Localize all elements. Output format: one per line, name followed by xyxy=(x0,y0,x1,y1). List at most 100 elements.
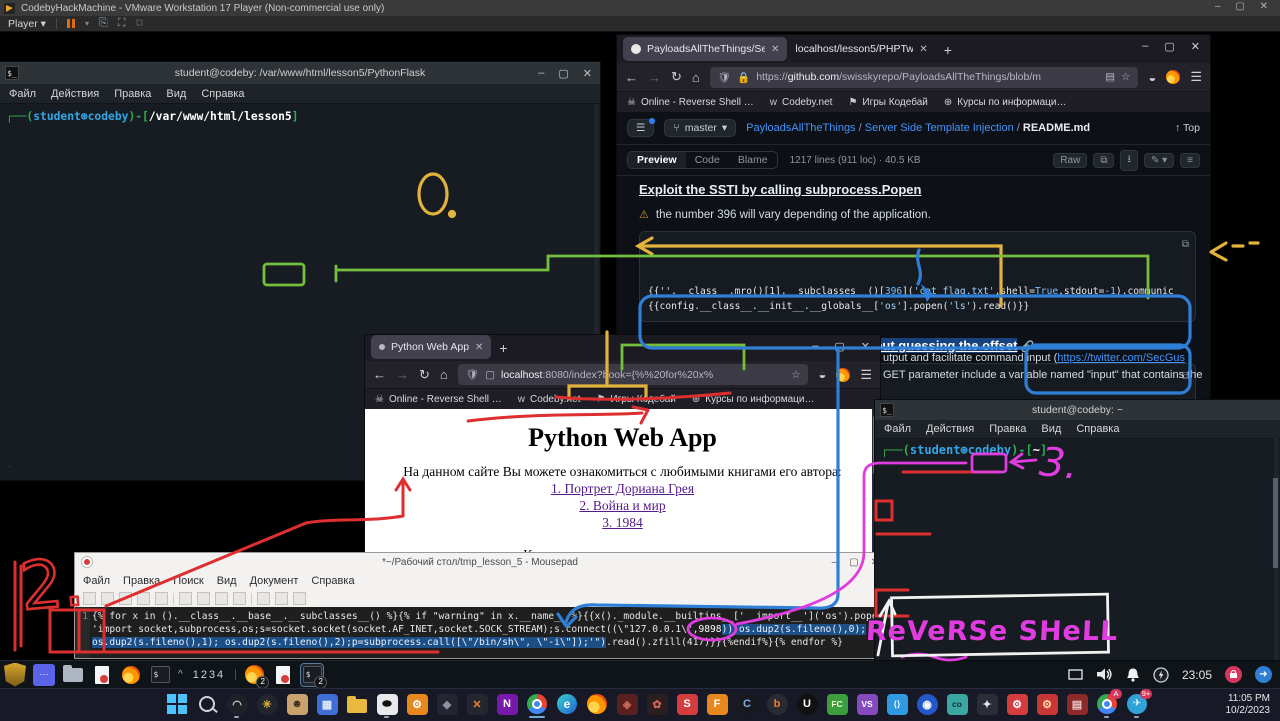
firefox-account-icon[interactable] xyxy=(836,368,850,382)
new-tab-button[interactable]: + xyxy=(499,340,507,356)
url-bar[interactable]: 🛡🔒 https://github.com/swisskyrepo/Payloa… xyxy=(710,67,1139,88)
menu-item-Справка[interactable]: Справка xyxy=(201,88,244,100)
minimize-button[interactable]: – xyxy=(832,557,838,568)
menu-icon[interactable]: ☰ xyxy=(860,367,872,383)
bookmark-item[interactable]: ⚑Игры Кодебай xyxy=(848,97,927,108)
terminal-menubar[interactable]: ФайлДействияПравкаВидСправка xyxy=(0,84,600,104)
firefox-icon[interactable] xyxy=(584,691,610,717)
chrome-icon[interactable] xyxy=(524,691,550,717)
toolbox-icon[interactable]: ▤ xyxy=(1064,691,1090,717)
menu-item-Правка[interactable]: Правка xyxy=(123,575,160,587)
suspend-dropdown[interactable]: ▾ xyxy=(85,19,89,28)
tab-code[interactable]: Code xyxy=(686,152,729,168)
red-gear-icon[interactable]: ⚙ xyxy=(1004,691,1030,717)
maximize-button[interactable]: ▢ xyxy=(849,557,858,568)
berry-app-icon[interactable]: ✿ xyxy=(644,691,670,717)
menu-item-Вид[interactable]: Вид xyxy=(1041,423,1061,435)
mousepad-menubar[interactable]: ФайлПравкаПоискВидДокументСправка xyxy=(75,572,885,590)
view-switcher[interactable]: Preview Code Blame xyxy=(627,151,778,169)
start-button[interactable] xyxy=(164,691,190,717)
telegram-icon[interactable]: ✈9+ xyxy=(1124,691,1150,717)
terminal-titlebar[interactable]: $_ student@codeby: ~ xyxy=(875,400,1280,420)
tab-github[interactable]: PayloadsAllTheThings/Se✕ xyxy=(623,37,787,61)
unreal-icon[interactable]: U xyxy=(794,691,820,717)
updates-icon[interactable]: ➜ xyxy=(1255,666,1272,683)
mousepad-editor[interactable]: 1 {% for x in ().__class__.__base__.__su… xyxy=(75,607,885,658)
vscode-icon[interactable]: ⟨⟩ xyxy=(884,691,910,717)
bird-app-icon[interactable]: ✦ xyxy=(974,691,1000,717)
menu-icon[interactable]: ☰ xyxy=(1190,69,1202,85)
shield-icon[interactable]: 🛡 xyxy=(718,71,731,84)
menu-item-Вид[interactable]: Вид xyxy=(166,88,186,100)
bookmark-item[interactable]: ⚑Игры Кодебай xyxy=(596,394,675,405)
mousepad-titlebar[interactable]: *~/Рабочий стол/tmp_lesson_5 - Mousepad … xyxy=(75,553,885,572)
back-button[interactable]: ← xyxy=(625,70,638,85)
taskbar-terminal-window[interactable]: $2 xyxy=(301,664,323,686)
shield-icon[interactable]: 🛡 xyxy=(466,368,479,381)
edit-button[interactable]: ✎ ▾ xyxy=(1144,153,1174,168)
firefox-account-icon[interactable] xyxy=(1166,70,1180,84)
bookmark-item[interactable]: ⊕Курсы по информаци… xyxy=(692,394,815,405)
terminal-menubar[interactable]: ФайлДействияПравкаВидСправка xyxy=(875,420,1280,439)
tab-close-icon[interactable]: ✕ xyxy=(771,44,779,55)
onenote-icon[interactable]: N xyxy=(494,691,520,717)
reader-mode-icon[interactable]: ▤ xyxy=(1105,71,1115,83)
menu-item-Документ[interactable]: Документ xyxy=(250,575,299,587)
top-button[interactable]: ↑ Top xyxy=(1175,122,1200,134)
portrait-icon[interactable]: ☻ xyxy=(284,691,310,717)
forward-button[interactable]: → xyxy=(648,70,661,85)
tab-close-icon[interactable]: ✕ xyxy=(475,342,483,353)
menu-item-Правка[interactable]: Правка xyxy=(114,88,151,100)
mousepad-launcher-icon[interactable] xyxy=(91,664,113,686)
copy-button[interactable]: ⧉ xyxy=(1093,153,1114,168)
windows-clock[interactable]: 11:05 PM 10/2/2023 xyxy=(1226,693,1271,717)
notification-bell-icon[interactable] xyxy=(1126,667,1140,682)
menu-item-Поиск[interactable]: Поиск xyxy=(173,575,203,587)
search-button[interactable] xyxy=(194,691,220,717)
bookmark-star-icon[interactable]: ☆ xyxy=(1121,71,1130,83)
menu-item-Файл[interactable]: Файл xyxy=(884,423,911,435)
reload-button[interactable]: ↻ xyxy=(419,367,430,383)
calendar-icon[interactable]: ▦ xyxy=(314,691,340,717)
screen-lock-icon[interactable] xyxy=(1225,666,1242,683)
pocket-icon[interactable]: ◒ xyxy=(818,367,826,382)
blender-icon[interactable]: b xyxy=(764,691,790,717)
bookmark-item[interactable]: ☠Online - Reverse Shell … xyxy=(627,97,754,108)
chrome-profile-icon[interactable]: A xyxy=(1094,691,1120,717)
pin-app-icon[interactable]: ◉ xyxy=(914,691,940,717)
bookmark-item[interactable]: wCodeby.net xyxy=(518,394,581,405)
tab-blame[interactable]: Blame xyxy=(729,152,777,168)
download-button[interactable]: ⭳ xyxy=(1120,150,1138,171)
pocket-icon[interactable]: ◒ xyxy=(1148,70,1156,85)
speedtest-icon[interactable]: ◠ xyxy=(224,691,250,717)
outline-button[interactable]: ≡ xyxy=(1180,153,1200,168)
terminal-titlebar[interactable]: $_ student@codeby: /var/www/html/lesson5… xyxy=(0,62,600,84)
tab-close-icon[interactable]: ✕ xyxy=(919,44,927,55)
home-button[interactable]: ⌂ xyxy=(692,70,700,85)
terminal-scrollbar[interactable] xyxy=(1274,438,1279,660)
code-block-subprocess[interactable]: ⧉ {{''.__class__.mro()[1].__subclasses__… xyxy=(639,231,1196,322)
menu-item-Правка[interactable]: Правка xyxy=(989,423,1026,435)
file-explorer-icon[interactable] xyxy=(344,691,370,717)
firefox-launcher-icon[interactable] xyxy=(120,664,142,686)
twitter-link[interactable]: https://twitter.com/SecGus xyxy=(1057,352,1185,364)
dial-icon[interactable]: ✳ xyxy=(254,691,280,717)
visual-studio-icon[interactable]: VS xyxy=(854,691,880,717)
book-link-1[interactable]: 1. Портрет Дориана Грея xyxy=(365,481,880,497)
bookmark-item[interactable]: ☠Online - Reverse Shell … xyxy=(375,394,502,405)
close-button[interactable]: ✕ xyxy=(583,67,592,80)
bookmarks-bar[interactable]: ☠Online - Reverse Shell …wCodeby.net⚑Игр… xyxy=(617,91,1210,112)
minimize-button[interactable]: – xyxy=(538,67,544,79)
home-button[interactable]: ⌂ xyxy=(440,367,448,382)
minimize-button[interactable]: – xyxy=(1142,40,1148,53)
breadcrumb[interactable]: PayloadsAllTheThings / Server Side Templ… xyxy=(746,122,1090,134)
branch-selector[interactable]: ⑂ master ▾ xyxy=(664,119,736,137)
section-heading-1[interactable]: Exploit the SSTI by calling subprocess.P… xyxy=(639,182,921,197)
menu-item-Справка[interactable]: Справка xyxy=(1076,423,1119,435)
close-button[interactable]: ✕ xyxy=(861,340,870,353)
dark-app-icon[interactable]: ◆ xyxy=(434,691,460,717)
codeby-crest-icon[interactable] xyxy=(4,663,26,687)
suspend-button[interactable] xyxy=(67,19,75,28)
payload-text[interactable]: {% for x in ().__class__.__base__.__subc… xyxy=(90,607,885,658)
menu-item-Файл[interactable]: Файл xyxy=(9,88,36,100)
